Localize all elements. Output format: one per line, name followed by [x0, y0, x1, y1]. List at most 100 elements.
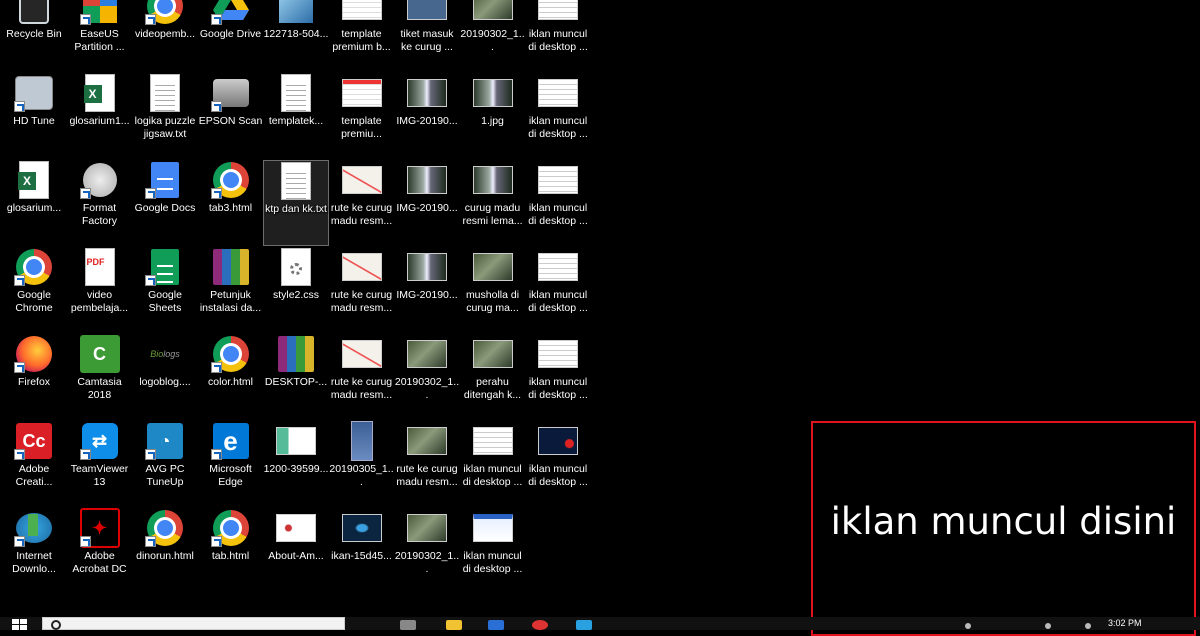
- desktop-icon[interactable]: 1.jpg: [460, 73, 526, 159]
- taskbar-clock[interactable]: 3:02 PM: [1108, 618, 1142, 628]
- desktop-icon[interactable]: iklan muncul di desktop ...: [525, 160, 591, 246]
- google-drive-icon: [209, 0, 253, 26]
- desktop-icon[interactable]: logika puzzle jigsaw.txt: [132, 73, 198, 159]
- desktop-icon[interactable]: Recycle Bin: [1, 0, 67, 72]
- taskbar-search-box[interactable]: [42, 617, 345, 630]
- shortcut-arrow-icon: [210, 362, 222, 373]
- chrome-taskbar-icon[interactable]: [532, 620, 548, 630]
- desktop-icon-label: Firefox: [17, 376, 51, 388]
- desktop-icon[interactable]: templatek...: [263, 73, 329, 159]
- tray-icon[interactable]: [1085, 623, 1091, 629]
- screenshot-thumbnail-icon: [471, 421, 515, 461]
- shortcut-arrow-icon: [79, 536, 91, 547]
- desktop-icon[interactable]: template premium b...: [329, 0, 395, 72]
- desktop-icon[interactable]: Google Drive: [198, 0, 264, 72]
- excel-file-icon: X: [78, 73, 122, 113]
- desktop-icon[interactable]: ⇄ TeamViewer 13: [67, 421, 133, 507]
- white-thumbnail-icon: [274, 508, 318, 548]
- desktop-icon[interactable]: ktp dan kk.txt: [263, 160, 329, 246]
- windows-start-icon[interactable]: [12, 619, 28, 630]
- desktop-icon[interactable]: ikan-15d45...: [329, 508, 395, 594]
- file-explorer-icon[interactable]: [446, 620, 462, 630]
- desktop-icon[interactable]: Google Sheets: [132, 247, 198, 333]
- shortcut-arrow-icon: [14, 362, 25, 373]
- desktop-icon[interactable]: color.html: [198, 334, 264, 420]
- desktop-icon[interactable]: Xglosarium...: [1, 160, 67, 246]
- desktop-icon[interactable]: C Camtasia 2018: [67, 334, 133, 420]
- desktop-icon[interactable]: iklan muncul di desktop ...: [525, 421, 591, 507]
- shortcut-arrow-icon: [210, 536, 222, 547]
- desktop-icon[interactable]: Google Chrome: [1, 247, 67, 333]
- desktop-icon[interactable]: tab3.html: [198, 160, 264, 246]
- desktop-icon[interactable]: Firefox: [1, 334, 67, 420]
- desktop-icon[interactable]: tab.html: [198, 508, 264, 594]
- desktop-icon[interactable]: 20190302_1...: [460, 0, 526, 72]
- desktop-icon[interactable]: 20190302_1...: [394, 334, 460, 420]
- desktop-icon-label: IMG-20190...: [396, 289, 458, 301]
- desktop-icon[interactable]: About-Am...: [263, 508, 329, 594]
- desktop-icon[interactable]: DESKTOP-...: [263, 334, 329, 420]
- text-file-icon: [274, 73, 318, 113]
- chrome-icon: [209, 508, 253, 548]
- desktop-icon[interactable]: curug madu resmi lema...: [460, 160, 526, 246]
- desktop-icon[interactable]: tiket masuk ke curug ...: [394, 0, 460, 72]
- desktop-icon[interactable]: iklan muncul di desktop ...: [525, 247, 591, 333]
- desktop-icon[interactable]: EPSON Scan: [198, 73, 264, 159]
- desktop-icon[interactable]: rute ke curug madu resm...: [394, 421, 460, 507]
- desktop-icon[interactable]: IMG-20190...: [394, 247, 460, 333]
- tray-icon[interactable]: [1045, 623, 1051, 629]
- recycle-bin-icon: [12, 0, 56, 26]
- tray-icon[interactable]: [965, 623, 971, 629]
- desktop-icon[interactable]: style2.css: [263, 247, 329, 333]
- desktop-icon[interactable]: PDF video pembelaja...: [67, 247, 133, 333]
- photo-thumbnail-icon: [471, 247, 515, 287]
- desktop-icon[interactable]: e Microsoft Edge: [198, 421, 264, 507]
- shortcut-arrow-icon: [145, 275, 156, 286]
- desktop-icon[interactable]: dinorun.html: [132, 508, 198, 594]
- desktop-icon[interactable]: Cc Adobe Creati...: [1, 421, 67, 507]
- desktop-icon[interactable]: iklan muncul di desktop ...: [460, 508, 526, 594]
- desktop-icon-label: 1.jpg: [481, 115, 504, 127]
- desktop-icon[interactable]: rute ke curug madu resm...: [329, 247, 395, 333]
- desktop-icon[interactable]: Google Docs: [132, 160, 198, 246]
- store-icon[interactable]: [488, 620, 504, 630]
- desktop-icon[interactable]: rute ke curug madu resm...: [329, 334, 395, 420]
- desktop-icon[interactable]: ◔ AVG PC TuneUp: [132, 421, 198, 507]
- desktop-icon-label: tab.html: [211, 550, 250, 562]
- text-file-icon: [143, 73, 187, 113]
- shortcut-arrow-icon: [79, 188, 91, 199]
- desktop-icon[interactable]: iklan muncul di desktop ...: [525, 334, 591, 420]
- desktop-icon[interactable]: Petunjuk instalasi da...: [198, 247, 264, 333]
- task-view-icon[interactable]: [400, 620, 416, 630]
- desktop-icon-label: IMG-20190...: [396, 115, 458, 127]
- desktop-icon[interactable]: HD Tune: [1, 73, 67, 159]
- app-taskbar-icon[interactable]: [576, 620, 592, 630]
- edge-icon: e: [209, 421, 253, 461]
- desktop-icon-label: Internet Downlo...: [12, 550, 56, 575]
- desktop-icon[interactable]: Biologs logoblog....: [132, 334, 198, 420]
- desktop-icon[interactable]: Format Factory: [67, 160, 133, 246]
- desktop-icon[interactable]: Xglosarium1...: [67, 73, 133, 159]
- desktop-icon[interactable]: IMG-20190...: [394, 160, 460, 246]
- desktop-icon[interactable]: perahu ditengah k...: [460, 334, 526, 420]
- desktop-icon-label: logika puzzle jigsaw.txt: [134, 115, 196, 140]
- photo-thumbnail-icon: [471, 0, 515, 26]
- desktop-icon[interactable]: 20190302_1...: [394, 508, 460, 594]
- desktop-icon[interactable]: ✦ Adobe Acrobat DC: [67, 508, 133, 594]
- teamviewer-icon: ⇄: [78, 421, 122, 461]
- desktop-icon[interactable]: IMG-20190...: [394, 73, 460, 159]
- desktop-icon[interactable]: 1200-39599...: [263, 421, 329, 507]
- desktop-icon-label: iklan muncul di desktop ...: [528, 289, 588, 314]
- desktop-icon[interactable]: 122718-504...: [263, 0, 329, 72]
- desktop-icon[interactable]: musholla di curug ma...: [460, 247, 526, 333]
- desktop-icon[interactable]: iklan muncul di desktop ...: [525, 73, 591, 159]
- desktop-icon[interactable]: iklan muncul di desktop ...: [460, 421, 526, 507]
- desktop-icon-label: Recycle Bin: [6, 28, 62, 40]
- desktop-icon[interactable]: rute ke curug madu resm...: [329, 160, 395, 246]
- desktop-icon[interactable]: videopemb...: [132, 0, 198, 72]
- desktop-icon[interactable]: template premiu...: [329, 73, 395, 159]
- desktop-icon[interactable]: iklan muncul di desktop ...: [525, 0, 591, 72]
- desktop-icon[interactable]: 20190305_1...: [329, 421, 395, 507]
- desktop-icon[interactable]: EaseUS Partition ...: [67, 0, 133, 72]
- desktop-icon[interactable]: Internet Downlo...: [1, 508, 67, 594]
